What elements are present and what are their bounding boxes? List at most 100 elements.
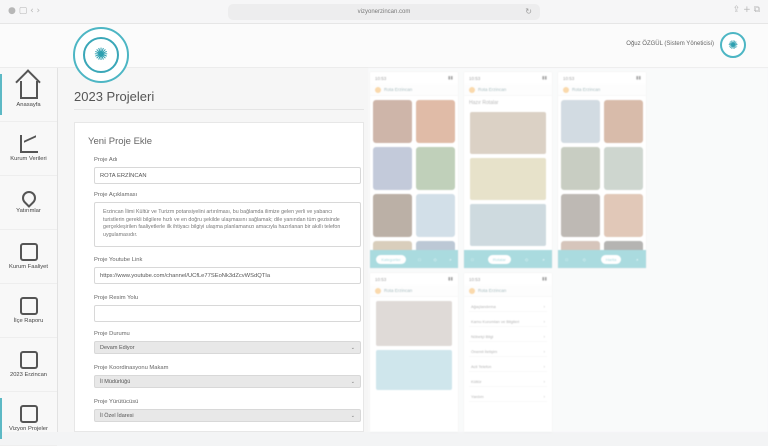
coordinator-field: Proje Koordinasyonu Makam İl Müdürlüğü ⌄ — [94, 365, 361, 388]
status-bar: 10:53 ▮▮ — [469, 276, 547, 282]
image-path-label: Proje Resim Yolu — [94, 295, 139, 301]
menu-item[interactable]: Yardım › — [469, 392, 547, 402]
chart-line-icon — [19, 135, 38, 153]
photo-tile — [604, 194, 643, 237]
status-bar: 10:53 ▮▮ — [469, 75, 547, 81]
photo-tile — [373, 100, 412, 143]
menu-item[interactable]: Önemli İletişim › — [469, 347, 547, 357]
sidebar-item-label: Kurum Faaliyet — [9, 264, 48, 270]
user-logo-icon[interactable]: ✺ — [720, 32, 746, 58]
monitor-icon — [19, 351, 38, 369]
sidebar-item-yatirimlar[interactable]: Yatırımlar — [0, 176, 57, 230]
erzincan-logo[interactable]: ✺ — [73, 27, 129, 83]
project-status-select[interactable]: Devam Ediyor ⌄ — [94, 341, 361, 354]
window-controls[interactable]: ● ▢ ‹ › — [8, 6, 40, 16]
project-manager-select[interactable]: İl Özel İdaresi ⌄ — [94, 409, 361, 422]
project-manager-label: Proje Yürütücüsü — [94, 399, 139, 405]
form-title: Yeni Proje Ekle — [88, 136, 153, 147]
sidebar-item-kurum-verileri[interactable]: Kurum Verileri — [0, 122, 57, 176]
status-bar: 10:53 ▮▮ — [563, 75, 641, 81]
status-bar: 10:53 ▮▮ — [375, 75, 453, 81]
app-header: Rota Erzincan — [370, 285, 458, 297]
photo-tile — [604, 100, 643, 143]
image-grid — [370, 96, 458, 268]
route-image — [470, 158, 546, 200]
sidebar-item-label: 2023 Erzincan — [9, 372, 48, 378]
menu-item[interactable]: Acil Telefon › — [469, 362, 547, 372]
sidebar-item-label: Kurum Verileri — [10, 156, 47, 162]
app-header: Rota Erzincan — [464, 285, 552, 297]
sidebar-item-vizyon-projeler[interactable]: Vizyon Projeler — [0, 392, 57, 446]
logo-emblem-icon: ✺ — [83, 37, 119, 73]
project-name-input[interactable]: ROTA ERZİNCAN — [94, 167, 361, 184]
photo-tile — [373, 194, 412, 237]
sidebar-item-anasayfa[interactable]: Anasayfa — [0, 68, 57, 122]
image-path-field: Proje Resim Yolu — [94, 295, 361, 322]
phone-categories-screen: 10:53 ▮▮ Rota Erzincan Kategoriler □ ◇ ⌕ — [370, 72, 458, 268]
menu-item[interactable]: Ağaçlandırma › — [469, 302, 547, 312]
reload-icon[interactable]: ↻ — [525, 7, 532, 16]
sidebar-navigation: Anasayfa Kurum Verileri Yatırımlar Kurum… — [0, 68, 58, 446]
title-divider — [74, 109, 364, 110]
sidebar-item-label: Yatırımlar — [16, 208, 41, 214]
photo-tile — [561, 100, 600, 143]
youtube-link-input[interactable]: https://www.youtube.com/channel/UCfLe77S… — [94, 267, 361, 284]
address-bar[interactable]: vizyonerzincan.com ↻ — [228, 4, 540, 20]
event-image — [376, 301, 452, 346]
url-text: vizyonerzincan.com — [357, 9, 411, 15]
photo-tile — [561, 147, 600, 190]
route-image — [470, 204, 546, 246]
home-icon — [19, 81, 38, 99]
app-header: Rota Erzincan — [558, 84, 646, 96]
sidebar-item-ilce-raporu[interactable]: İlçe Raporu — [0, 284, 57, 338]
bottom-tab-bar[interactable]: □ Rotalar ◇ ⌕ — [464, 250, 552, 268]
phone-map-screen: 10:53 ▮▮ Rota Erzincan □ ◇ Harita ⌕ — [558, 72, 646, 268]
user-name: Oğuz ÖZGÜL (Sistem Yöneticisi) — [626, 41, 714, 47]
project-description-label: Proje Açıklaması — [94, 192, 138, 198]
select-caret-icon: ⌄ — [350, 344, 355, 351]
sidebar-item-2023-erzincan[interactable]: 2023 Erzincan — [0, 338, 57, 392]
browser-actions[interactable]: ⇪ + ⧉ — [733, 5, 760, 15]
main-content: 2023 Projeleri Yeni Proje Ekle Proje Adı… — [58, 68, 368, 432]
sidebar-item-label: İlçe Raporu — [13, 318, 44, 324]
app-header: Rota Erzincan — [370, 84, 458, 96]
youtube-link-label: Proje Youtube Link — [94, 257, 143, 263]
coordinator-label: Proje Koordinasyonu Makam — [94, 365, 169, 371]
mobile-app-preview: 10:53 ▮▮ Rota Erzincan Kategoriler □ ◇ ⌕ 10:… — [368, 68, 768, 432]
project-manager-value: İl Özel İdaresi — [100, 412, 134, 419]
sidebar-item-kurum-faaliyet[interactable]: Kurum Faaliyet — [0, 230, 57, 284]
event-image — [376, 350, 452, 390]
coordinator-value: İl Müdürlüğü — [100, 378, 131, 385]
photo-tile — [416, 100, 455, 143]
bottom-tab-bar[interactable]: Kategoriler □ ◇ ⌕ — [370, 250, 458, 268]
project-description-textarea[interactable]: Erzincan İlimi Kültür ve Turizm potansiy… — [94, 202, 361, 247]
menu-item[interactable]: Kültür › — [469, 377, 547, 387]
image-icon — [19, 405, 38, 423]
menu-item[interactable]: Nöbetçi Bilgi › — [469, 332, 547, 342]
folder-icon — [19, 243, 38, 261]
sidebar-item-label: Vizyon Projeler — [9, 426, 48, 432]
project-name-field: Proje Adı ROTA ERZİNCAN — [94, 157, 361, 184]
youtube-link-field: Proje Youtube Link https://www.youtube.c… — [94, 257, 361, 284]
photo-tile — [604, 147, 643, 190]
coordinator-select[interactable]: İl Müdürlüğü ⌄ — [94, 375, 361, 388]
project-status-label: Proje Durumu — [94, 331, 130, 337]
project-manager-field: Proje Yürütücüsü İl Özel İdaresi ⌄ — [94, 399, 361, 422]
map-pin-icon — [18, 188, 39, 208]
folder-open-icon — [19, 297, 38, 315]
ready-routes-title: Hazır Rotalar — [469, 100, 499, 106]
route-image — [470, 112, 546, 154]
sidebar-item-label: Anasayfa — [16, 102, 41, 108]
phone-menu-screen: 10:53 ▮▮ Rota Erzincan Ağaçlandırma › Kamu… — [464, 273, 552, 432]
select-caret-icon: ⌄ — [350, 412, 355, 419]
bottom-tab-bar[interactable]: □ ◇ Harita ⌕ — [558, 250, 646, 268]
app-header: Rota Erzincan — [464, 84, 552, 96]
photo-tile — [416, 194, 455, 237]
top-header: ✺ Oğuz ÖZGÜL (Sistem Yöneticisi) ✺ — [0, 24, 768, 83]
image-grid — [558, 96, 646, 268]
menu-item[interactable]: Kamu Kurumları ve Bilgileri › — [469, 317, 547, 327]
project-name-label: Proje Adı — [94, 157, 118, 163]
image-path-input[interactable] — [94, 305, 361, 322]
browser-toolbar: ● ▢ ‹ › vizyonerzincan.com ↻ ⇪ + ⧉ — [0, 0, 768, 24]
phone-routes-screen: 10:53 ▮▮ Rota Erzincan Hazır Rotalar □ Rot… — [464, 72, 552, 268]
